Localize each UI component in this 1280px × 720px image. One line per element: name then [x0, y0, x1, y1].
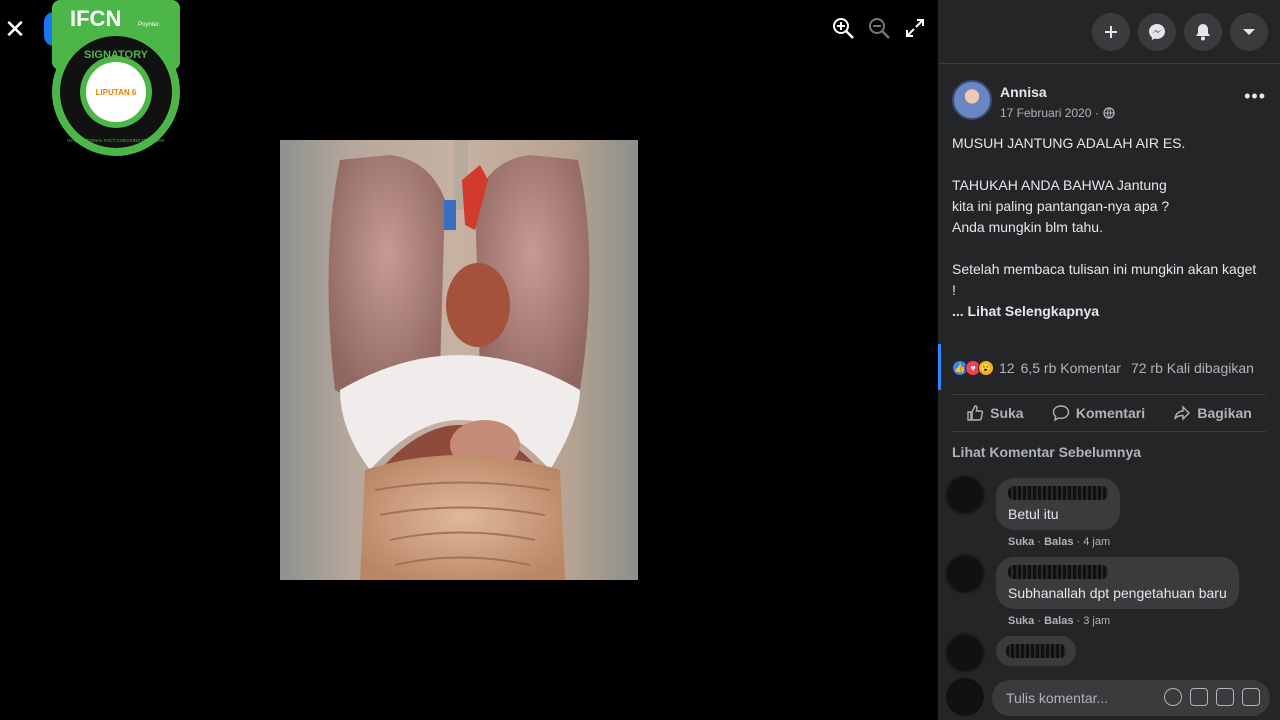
- post-line: TAHUKAH ANDA BAHWA Jantung: [952, 177, 1167, 193]
- comment-time[interactable]: 4 jam: [1083, 536, 1110, 548]
- poynter-label: Poynter.: [138, 22, 160, 28]
- comment-label: Komentari: [1075, 405, 1146, 421]
- post-line: !: [952, 282, 956, 298]
- top-bar: [938, 0, 1280, 64]
- comment-text: Subhanallah dpt pengetahuan baru: [1008, 585, 1227, 601]
- comment-reply-link[interactable]: Balas: [1044, 536, 1073, 548]
- comment-bubble: [996, 636, 1076, 666]
- comment-time[interactable]: 3 jam: [1083, 615, 1110, 627]
- ifcn-signatory-badge: IFCN Poynter. SIGNATORY INTERNATIONAL FA…: [52, 0, 180, 156]
- zoom-out-icon[interactable]: [866, 14, 892, 42]
- sticker-icon[interactable]: [1242, 688, 1260, 706]
- close-icon[interactable]: ✕: [0, 10, 30, 48]
- share-button[interactable]: Bagikan: [1173, 404, 1252, 422]
- current-user-avatar[interactable]: [946, 678, 984, 716]
- see-more-link[interactable]: ... Lihat Selengkapnya: [952, 301, 1270, 322]
- post-text: MUSUH JANTUNG ADALAH AIR ES. TAHUKAH AND…: [952, 133, 1270, 322]
- view-previous-comments-link[interactable]: Lihat Komentar Sebelumnya: [952, 444, 1141, 460]
- globe-icon: [1103, 107, 1115, 119]
- like-label: Suka: [990, 405, 1024, 421]
- author-avatar[interactable]: [952, 80, 992, 120]
- comment-composer: [946, 678, 1270, 716]
- share-label: Bagikan: [1197, 405, 1252, 421]
- share-count[interactable]: 72 rb Kali dibagikan: [1131, 360, 1254, 376]
- commenter-name-redacted[interactable]: [1008, 486, 1108, 500]
- post-line: Setelah membaca tulisan ini mungkin akan…: [952, 261, 1257, 277]
- comment-button[interactable]: Komentari: [1052, 404, 1145, 422]
- like-button[interactable]: Suka: [966, 404, 1024, 422]
- emoji-icon[interactable]: [1164, 688, 1182, 706]
- author-name[interactable]: Annisa: [1000, 84, 1047, 100]
- post-line: [952, 238, 1270, 259]
- post-stats: 👍 ♥ 😮 12 6,5 rb Komentar 72 rb Kali diba…: [938, 344, 1270, 390]
- thumbs-up-icon: [967, 405, 984, 421]
- post-panel: Annisa 17 Februari 2020 · ••• MUSUH JANT…: [938, 0, 1280, 720]
- composer-icons: [1164, 688, 1260, 706]
- photo-viewer: ✕ IFCN Poynter. SIGNATORY INTERNATIONAL …: [0, 0, 938, 720]
- camera-icon[interactable]: [1190, 688, 1208, 706]
- post-line: kita ini paling pantangan-nya apa ?: [952, 198, 1170, 214]
- bell-icon[interactable]: [1184, 12, 1222, 51]
- post-line: Anda mungkin blm tahu.: [952, 219, 1103, 235]
- ifcn-label: IFCN: [70, 6, 121, 31]
- stats-focus-mark: [938, 344, 941, 390]
- gif-icon[interactable]: [1216, 688, 1234, 706]
- post-header: Annisa 17 Februari 2020 · •••: [952, 80, 1266, 126]
- commenter-avatar[interactable]: [946, 634, 984, 672]
- anatomy-photo: [280, 140, 638, 580]
- messenger-icon[interactable]: [1138, 12, 1176, 51]
- comment-text: Betul itu: [1008, 506, 1059, 522]
- post-line: MUSUH JANTUNG ADALAH AIR ES.: [952, 135, 1186, 151]
- comment-bubble: Subhanallah dpt pengetahuan baru: [996, 557, 1239, 609]
- comment-bubble: Betul itu: [996, 478, 1120, 530]
- zoom-in-icon[interactable]: [830, 14, 856, 42]
- comment-count[interactable]: 6,5 rb Komentar: [1021, 360, 1121, 376]
- commenter-name-redacted[interactable]: [1006, 644, 1066, 658]
- post-meta: 17 Februari 2020 ·: [1000, 106, 1115, 120]
- comment-meta: Suka · Balas · 4 jam: [1008, 536, 1111, 548]
- post-line: [952, 154, 1270, 175]
- signatory-label: SIGNATORY: [84, 49, 149, 61]
- liputan6-logo: LIPUTAN 6: [96, 88, 137, 97]
- comment-reply-link[interactable]: Balas: [1044, 615, 1073, 627]
- fullscreen-icon[interactable]: [902, 14, 928, 42]
- caret-down-icon[interactable]: [1230, 12, 1268, 51]
- post-actions: Suka Komentari Bagikan: [952, 394, 1266, 432]
- comment-like-link[interactable]: Suka: [1008, 615, 1034, 627]
- comment-meta: Suka · Balas · 3 jam: [1008, 615, 1111, 627]
- post-date[interactable]: 17 Februari 2020 ·: [1000, 106, 1099, 120]
- plus-icon[interactable]: [1092, 12, 1130, 51]
- wow-reaction-icon[interactable]: 😮: [978, 360, 994, 376]
- commenter-name-redacted[interactable]: [1008, 565, 1108, 579]
- commenter-avatar[interactable]: [946, 476, 984, 514]
- reaction-count[interactable]: 12: [999, 360, 1015, 376]
- comment-like-link[interactable]: Suka: [1008, 536, 1034, 548]
- more-options-icon[interactable]: •••: [1244, 86, 1266, 107]
- share-icon: [1174, 405, 1191, 421]
- comment-icon: [1052, 405, 1070, 422]
- commenter-avatar[interactable]: [946, 555, 984, 593]
- viewer-toolbar: [830, 14, 928, 42]
- ifcn-network-label: INTERNATIONAL FACT-CHECKING NETWORK: [67, 138, 165, 143]
